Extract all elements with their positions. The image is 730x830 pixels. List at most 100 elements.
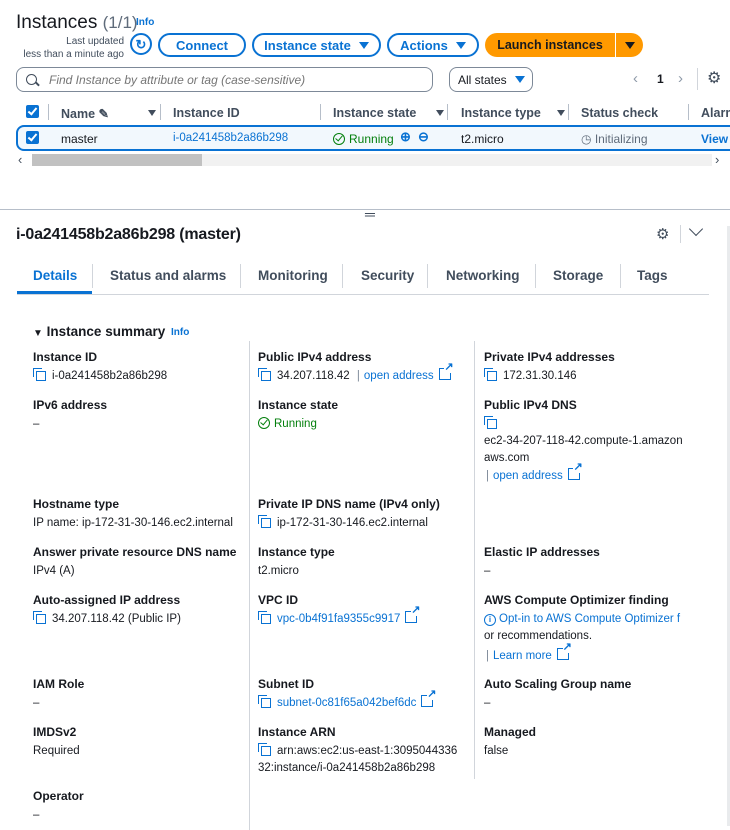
summary-info-link[interactable]: Info xyxy=(171,327,189,338)
detail-title: i-0a241458b2a86b298 (master) xyxy=(16,226,241,243)
field-label: Auto-assigned IP address xyxy=(33,593,181,607)
tab-divider xyxy=(620,264,621,288)
tab-networking[interactable]: Networking xyxy=(446,268,520,283)
open-address-link[interactable]: open address xyxy=(364,370,434,382)
search-input[interactable] xyxy=(16,67,433,92)
copy-icon[interactable] xyxy=(258,611,271,624)
field-value: – xyxy=(33,809,40,821)
field-value: – xyxy=(33,418,40,430)
tab-storage[interactable]: Storage xyxy=(553,268,603,283)
caret-down-icon xyxy=(358,41,369,49)
copy-icon[interactable] xyxy=(484,368,497,381)
instance-state-button[interactable]: Instance state xyxy=(252,33,381,57)
vpc-id-link[interactable]: vpc-0b4f91fa9355c9917 xyxy=(277,613,400,625)
horizontal-scrollbar-thumb[interactable] xyxy=(32,154,202,166)
copy-icon[interactable] xyxy=(258,743,271,756)
field-label: Instance ARN xyxy=(258,725,336,739)
detail-settings-gear-icon[interactable]: ⚙ xyxy=(656,225,669,243)
field-label: Subnet ID xyxy=(258,677,314,691)
sort-caret-icon[interactable] xyxy=(148,110,156,116)
subnet-id-link[interactable]: subnet-0c81f65a042bef6dc xyxy=(277,697,416,709)
field-value: – xyxy=(484,697,491,709)
col-name-label: Name xyxy=(61,107,96,121)
field-instance-type: Instance type t2.micro xyxy=(258,545,473,580)
row-instance-id-link[interactable]: i-0a241458b2a86b298 xyxy=(173,132,288,144)
col-status-check[interactable]: Status check xyxy=(581,106,658,120)
tab-details[interactable]: Details xyxy=(33,268,77,283)
copy-icon[interactable] xyxy=(258,695,271,708)
actions-button[interactable]: Actions xyxy=(387,33,479,57)
caret-down-icon xyxy=(514,76,525,83)
col-instance-id[interactable]: Instance ID xyxy=(173,106,240,120)
tab-tags[interactable]: Tags xyxy=(637,268,668,283)
sort-caret-icon[interactable] xyxy=(436,110,444,116)
settings-gear-icon[interactable]: ⚙ xyxy=(707,68,721,88)
copy-icon[interactable] xyxy=(33,611,46,624)
horizontal-scrollbar-track[interactable] xyxy=(32,154,712,166)
tab-monitoring[interactable]: Monitoring xyxy=(258,268,328,283)
tab-divider xyxy=(240,264,241,288)
prev-page-icon[interactable]: ‹ xyxy=(633,70,638,87)
scroll-right-icon[interactable]: › xyxy=(715,152,719,167)
column-divider xyxy=(48,104,49,120)
connect-button[interactable]: Connect xyxy=(158,33,246,57)
scroll-left-icon[interactable]: ‹ xyxy=(18,152,22,167)
external-link-icon xyxy=(438,362,454,380)
info-link[interactable]: Info xyxy=(136,17,154,28)
field-private-dns: Private IP DNS name (IPv4 only) ip-172-3… xyxy=(258,497,473,532)
field-value: IPv4 (A) xyxy=(33,565,75,577)
next-page-icon[interactable]: › xyxy=(678,70,683,87)
clock-icon: ◷ xyxy=(581,132,592,146)
last-updated: Last updated less than a minute ago xyxy=(14,35,124,61)
row-state-label: Running xyxy=(349,132,394,146)
field-label: Hostname type xyxy=(33,497,120,511)
tabs-baseline xyxy=(17,294,709,295)
field-private-ipv4: Private IPv4 addresses 172.31.30.146 xyxy=(484,350,699,385)
field-elastic-ip: Elastic IP addresses – xyxy=(484,545,699,580)
row-name: master xyxy=(61,132,98,146)
field-value: – xyxy=(484,565,491,577)
collapse-chevron-icon[interactable] xyxy=(688,221,704,237)
optimizer-link-line1[interactable]: Opt-in to AWS Compute Optimizer f xyxy=(499,613,680,625)
external-link-icon xyxy=(556,642,572,660)
resize-handle-icon[interactable]: ═ xyxy=(365,207,375,221)
zoom-out-icon[interactable]: ⊖ xyxy=(418,129,429,145)
launch-dropdown-button[interactable] xyxy=(616,33,643,57)
launch-label: Launch instances xyxy=(497,38,603,52)
col-alarm[interactable]: Alarm xyxy=(701,106,730,120)
page-title-text: Instances xyxy=(16,12,98,33)
field-subnet-id: Subnet ID subnet-0c81f65a042bef6dc xyxy=(258,677,473,712)
external-link-icon xyxy=(421,689,437,707)
copy-icon[interactable] xyxy=(33,368,46,381)
copy-icon[interactable] xyxy=(484,416,497,429)
learn-more-link[interactable]: Learn more xyxy=(493,650,552,662)
page-number[interactable]: 1 xyxy=(657,72,664,86)
row-checkbox[interactable] xyxy=(26,131,39,144)
instance-summary-toggle[interactable]: ▼ Instance summary xyxy=(33,324,165,339)
row-alarm-link[interactable]: View xyxy=(701,132,728,146)
col-name[interactable]: Name ✎ xyxy=(61,106,109,121)
sort-caret-icon[interactable] xyxy=(557,110,565,116)
open-address-link[interactable]: open address xyxy=(493,470,563,482)
col-instance-type[interactable]: Instance type xyxy=(461,106,541,120)
tab-security[interactable]: Security xyxy=(361,268,414,283)
field-value: 172.31.30.146 xyxy=(503,370,577,382)
field-value-line1: ec2-34-207-118-42.compute-1.amazon xyxy=(484,435,683,447)
instance-summary-title: Instance summary xyxy=(46,324,166,339)
copy-icon[interactable] xyxy=(258,368,271,381)
field-imdsv2: IMDSv2 Required xyxy=(33,725,248,760)
field-vpc-id: VPC ID vpc-0b4f91fa9355c9917 xyxy=(258,593,473,628)
launch-instances-button[interactable]: Launch instances xyxy=(485,33,615,57)
tab-divider xyxy=(92,264,93,288)
tab-status-and-alarms[interactable]: Status and alarms xyxy=(110,268,226,283)
copy-icon[interactable] xyxy=(258,515,271,528)
select-all-checkbox[interactable] xyxy=(26,105,39,118)
refresh-button[interactable]: ↻ xyxy=(130,33,152,55)
column-divider xyxy=(320,104,321,120)
zoom-in-icon[interactable]: ⊕ xyxy=(400,129,411,145)
field-label: VPC ID xyxy=(258,593,299,607)
col-instance-state[interactable]: Instance state xyxy=(333,106,416,120)
state-filter-select[interactable]: All states xyxy=(449,67,533,92)
optimizer-link-line2[interactable]: or recommendations. xyxy=(484,628,699,645)
search-field[interactable] xyxy=(47,71,421,88)
